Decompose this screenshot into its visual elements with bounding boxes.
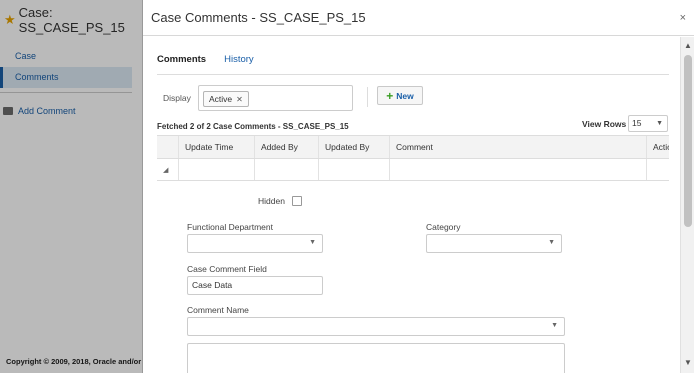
display-label: Display xyxy=(163,93,191,103)
case-comments-modal: Case Comments - SS_CASE_PS_15 × Comments… xyxy=(142,0,694,373)
new-button[interactable]: + New xyxy=(377,86,423,105)
comment-name-select[interactable]: ▼ xyxy=(187,317,565,336)
column-header-update-time[interactable]: Update Time xyxy=(179,136,255,158)
case-comment-field-input[interactable]: Case Data xyxy=(187,276,323,295)
functional-department-label: Functional Department xyxy=(187,222,273,232)
comment-name-label: Comment Name xyxy=(187,305,249,315)
column-header-updated-by[interactable]: Updated By xyxy=(319,136,390,158)
functional-department-select[interactable]: ▼ xyxy=(187,234,323,253)
display-filter-row: Display Active ✕ + New xyxy=(157,85,669,111)
chevron-down-icon: ▼ xyxy=(309,239,316,246)
view-rows-value: 15 xyxy=(632,118,642,128)
cell-added-by xyxy=(255,159,319,180)
row-expand-cell[interactable]: ◢ xyxy=(157,159,179,180)
category-label: Category xyxy=(426,222,461,232)
column-header-actions[interactable]: Actio xyxy=(647,136,669,158)
cell-update-time xyxy=(179,159,255,180)
modal-body: Comments History Display Active ✕ + New F… xyxy=(143,37,681,373)
fetched-summary: Fetched 2 of 2 Case Comments - SS_CASE_P… xyxy=(157,122,349,131)
column-header-comment[interactable]: Comment xyxy=(390,136,647,158)
filter-chip-active[interactable]: Active ✕ xyxy=(203,91,249,107)
cell-updated-by xyxy=(319,159,390,180)
comment-detail-form: Hidden Functional Department ▼ Category … xyxy=(157,180,669,373)
chevron-down-icon: ▼ xyxy=(656,120,663,127)
cell-actions xyxy=(647,159,669,180)
table-header: Update Time Added By Updated By Comment … xyxy=(157,135,669,159)
scroll-down-icon[interactable]: ▼ xyxy=(684,358,692,367)
modal-title: Case Comments - SS_CASE_PS_15 xyxy=(151,10,366,25)
view-rows-label: View Rows xyxy=(582,119,627,129)
comment-text-area[interactable] xyxy=(187,343,565,373)
plus-icon: + xyxy=(386,88,394,103)
hidden-label: Hidden xyxy=(258,196,285,206)
tab-comments[interactable]: Comments xyxy=(157,53,206,74)
modal-scrollbar[interactable]: ▲ ▼ xyxy=(680,37,694,373)
cell-comment xyxy=(390,159,647,180)
close-icon[interactable]: × xyxy=(680,12,686,24)
table-header-expand xyxy=(157,136,179,158)
hidden-checkbox[interactable] xyxy=(292,196,302,206)
table-row[interactable]: ◢ xyxy=(157,159,669,181)
scroll-up-icon[interactable]: ▲ xyxy=(684,41,692,50)
chevron-down-icon: ▼ xyxy=(548,239,555,246)
tab-history[interactable]: History xyxy=(224,53,254,74)
scrollbar-thumb[interactable] xyxy=(684,55,692,227)
tab-bar: Comments History xyxy=(157,53,669,75)
category-select[interactable]: ▼ xyxy=(426,234,562,253)
toolbar-divider xyxy=(367,87,368,107)
modal-header: Case Comments - SS_CASE_PS_15 × xyxy=(143,0,694,36)
comments-table: Update Time Added By Updated By Comment … xyxy=(157,135,669,181)
column-header-added-by[interactable]: Added By xyxy=(255,136,319,158)
view-rows-select[interactable]: 15 ▼ xyxy=(628,115,668,132)
expand-triangle-icon[interactable]: ◢ xyxy=(163,167,168,174)
chevron-down-icon: ▼ xyxy=(551,322,558,329)
case-comment-field-label: Case Comment Field xyxy=(187,264,267,274)
display-filter-input[interactable]: Active ✕ xyxy=(198,85,353,111)
new-button-label: New xyxy=(396,90,414,101)
filter-chip-label: Active xyxy=(209,94,233,104)
remove-chip-icon[interactable]: ✕ xyxy=(236,95,243,104)
